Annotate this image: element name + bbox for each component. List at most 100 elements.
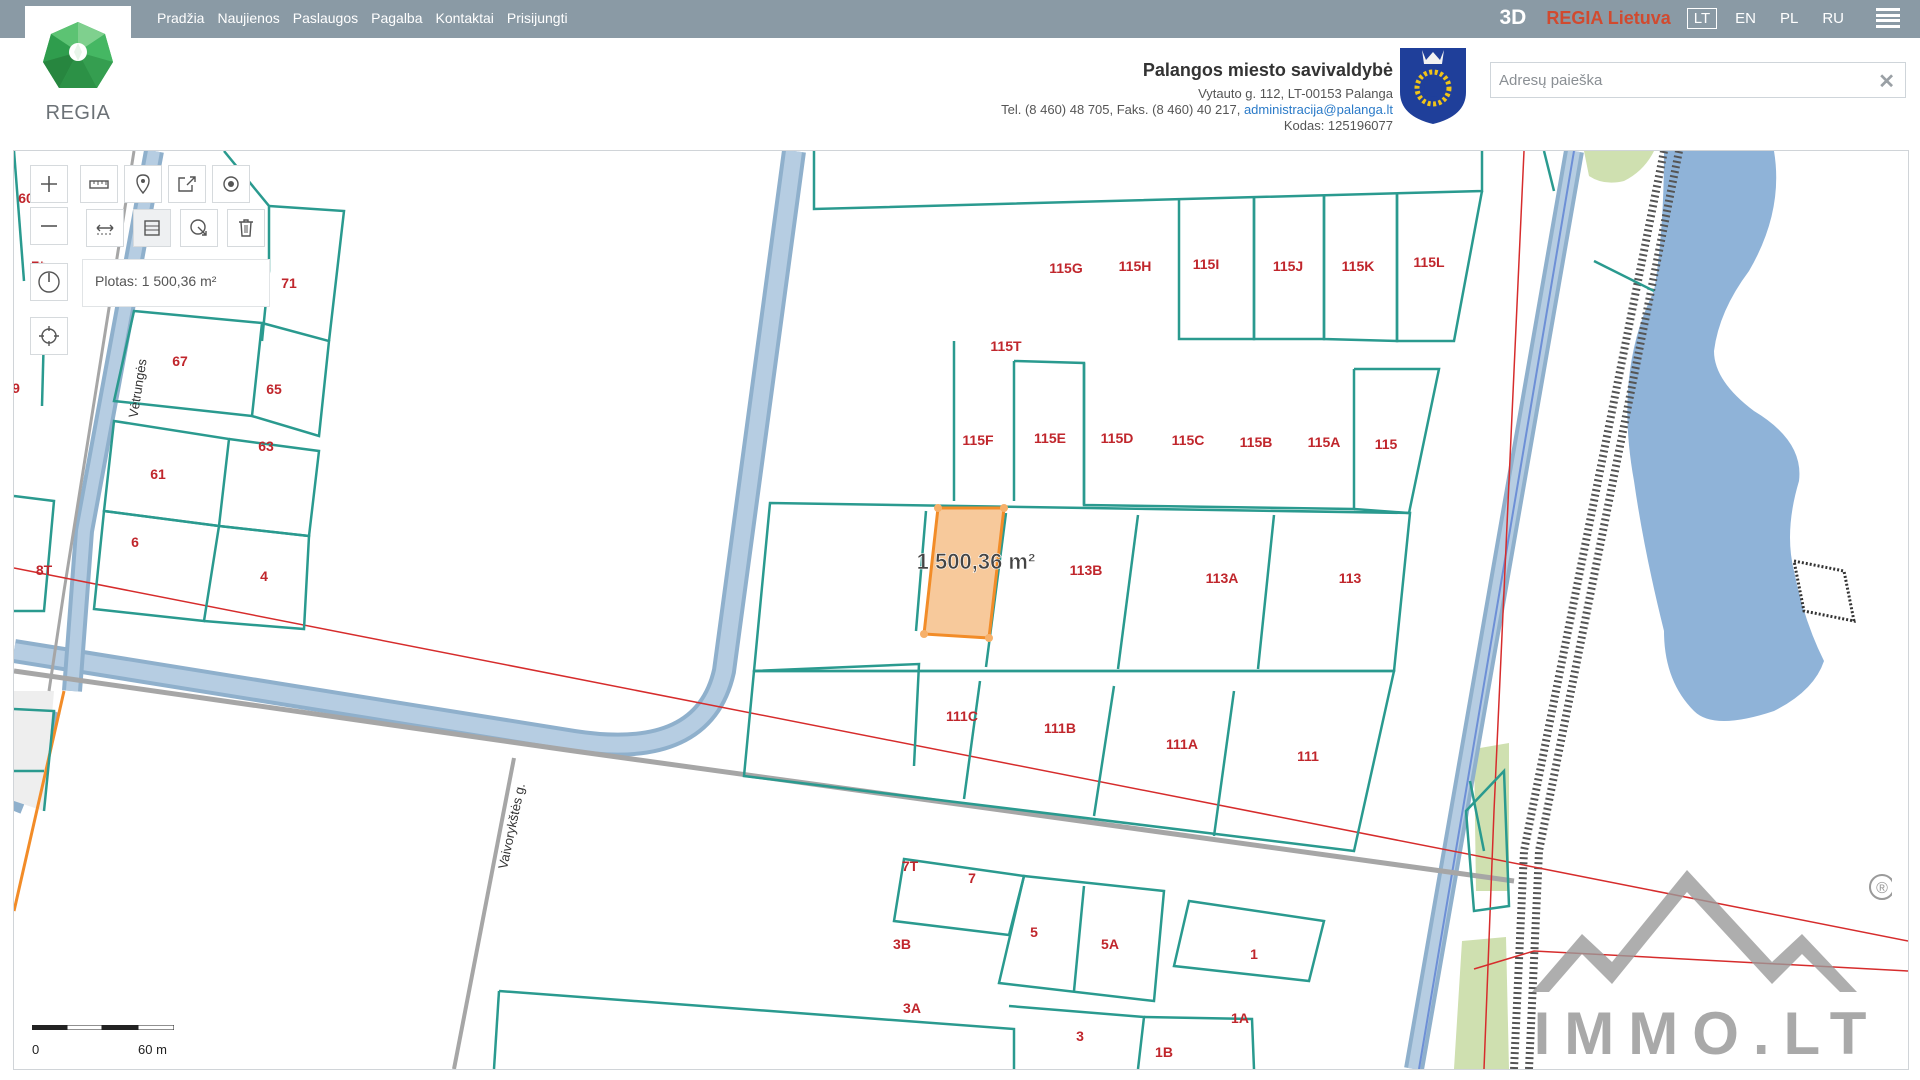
- address-search-input[interactable]: [1491, 63, 1867, 97]
- area-ruler-icon: [144, 220, 160, 236]
- parcel-label: 3B: [893, 936, 911, 952]
- lang-pl[interactable]: PL: [1774, 9, 1804, 28]
- parcel-label: 115L: [1413, 254, 1445, 270]
- top-bar: Pradžia Naujienos Paslaugos Pagalba Kont…: [0, 0, 1920, 38]
- parcel-label: 61: [150, 466, 166, 482]
- rotate-button[interactable]: [30, 263, 68, 301]
- street-label: Vėtrungės: [126, 357, 150, 418]
- compass-icon: [38, 271, 60, 293]
- nav-contacts[interactable]: Kontaktai: [436, 10, 494, 26]
- lang-ru[interactable]: RU: [1816, 9, 1850, 28]
- parcel-label: 115C: [1172, 432, 1205, 448]
- crosshair-icon: [39, 326, 59, 346]
- parcel-label: 1: [1250, 946, 1258, 962]
- scale-start-label: 0: [32, 1042, 40, 1057]
- nav-home[interactable]: Pradžia: [157, 10, 204, 26]
- parcel-label: 115H: [1119, 258, 1152, 274]
- gps-button[interactable]: [30, 317, 68, 355]
- close-icon[interactable]: ✕: [1878, 69, 1895, 94]
- nav-login[interactable]: Prisijungti: [507, 10, 568, 26]
- municipality-name: Palangos miesto savivaldybė: [1142, 60, 1393, 80]
- water-body: [1627, 151, 1824, 721]
- area-tooltip: Plotas: 1 500,36 m²: [82, 259, 270, 307]
- palanga-crest-icon: [1400, 48, 1466, 124]
- parcel-label: 115G: [1049, 260, 1083, 276]
- zoom-in-button[interactable]: [30, 165, 68, 203]
- nav-services[interactable]: Paslaugos: [293, 10, 358, 26]
- parcel-label: 8T: [36, 562, 53, 578]
- header-tools: 3D REGIA Lietuva LT EN PL RU: [1500, 6, 1900, 30]
- locate-point-button[interactable]: [212, 165, 250, 203]
- parcel-label: 6: [131, 534, 139, 550]
- parcel-label: 115B: [1240, 434, 1273, 450]
- railway: [1792, 559, 1856, 623]
- measure-tool-button[interactable]: [80, 165, 118, 203]
- parcel-label: 65: [266, 381, 282, 397]
- parcel-label: 111B: [1044, 720, 1076, 736]
- municipality-code: Kodas: 125196077: [1283, 118, 1393, 133]
- parcel-label: 1B: [1155, 1044, 1173, 1060]
- parcel-label: 111A: [1166, 736, 1198, 752]
- parcel-label: 115J: [1273, 258, 1303, 274]
- pin-icon: [136, 174, 150, 195]
- logo-text: REGIA: [45, 102, 111, 124]
- minus-icon: [41, 225, 57, 227]
- registered-mark: ®: [1876, 880, 1888, 897]
- municipality-email[interactable]: administracija@palanga.lt: [1244, 102, 1393, 117]
- parcel-label: 3A: [903, 1000, 921, 1016]
- footpath: [14, 668, 1515, 884]
- municipality-address: Vytauto g. 112, LT-00153 Palanga: [1198, 86, 1393, 101]
- scale-bar-graphic: [32, 1025, 174, 1030]
- parcel-label: 115K: [1342, 258, 1375, 274]
- parcel-label: 1A: [1231, 1010, 1249, 1026]
- scale-end-label: 60 m: [138, 1042, 167, 1057]
- eraser-icon: [190, 219, 207, 236]
- measurement-label: 1 500,36 m²: [917, 549, 1036, 574]
- parcel-label: 115F: [962, 432, 994, 448]
- delete-button[interactable]: [227, 209, 265, 247]
- share-icon: [178, 176, 196, 192]
- parcel-label: 115: [1375, 436, 1398, 452]
- regia-logo[interactable]: REGIA: [25, 6, 131, 124]
- share-button[interactable]: [168, 165, 206, 203]
- immo-watermark: ® IMMO.LT: [1532, 870, 1892, 1062]
- mode-3d-button[interactable]: 3D: [1500, 6, 1527, 30]
- pin-button[interactable]: [124, 165, 162, 203]
- parcel-label: 5: [1030, 924, 1038, 940]
- measure-distance-button[interactable]: [86, 209, 124, 247]
- lang-lt[interactable]: LT: [1686, 7, 1718, 29]
- parcel-label: 5A: [1101, 936, 1119, 952]
- nav-help[interactable]: Pagalba: [371, 10, 422, 26]
- plus-icon: [41, 176, 57, 192]
- parcel-label: 7T: [902, 858, 919, 874]
- municipality-info: Palangos miesto savivaldybė Vytauto g. 1…: [1001, 58, 1393, 134]
- municipality-contacts: Tel. (8 460) 48 705, Faks. (8 460) 40 21…: [1001, 102, 1393, 118]
- parcel-label: 3: [1076, 1028, 1084, 1044]
- regia-logo-icon: [43, 22, 113, 88]
- green-area: [1584, 151, 1654, 183]
- menu-icon[interactable]: [1876, 8, 1900, 28]
- parcel-label: 115T: [990, 338, 1022, 354]
- lang-en[interactable]: EN: [1729, 9, 1762, 28]
- parcel-label: 115E: [1034, 430, 1066, 446]
- parcel-label: 111: [1297, 748, 1319, 764]
- parcel-label: 111C: [946, 708, 978, 724]
- parcel-label: 113B: [1070, 562, 1103, 578]
- zoom-out-button[interactable]: [30, 207, 68, 245]
- nav-news[interactable]: Naujienos: [217, 10, 279, 26]
- measure-clear-button[interactable]: [180, 209, 218, 247]
- ruler-icon: [89, 180, 109, 189]
- parcel-label: 63: [258, 438, 274, 454]
- parcel-label: 4: [260, 568, 268, 584]
- parcel-label: 67: [172, 353, 188, 369]
- municipality-phone: Tel. (8 460) 48 705, Faks. (8 460) 40 21…: [1001, 102, 1241, 117]
- target-icon: [223, 176, 239, 192]
- parcel-label: 115A: [1308, 434, 1341, 450]
- main-nav: Pradžia Naujienos Paslaugos Pagalba Kont…: [157, 10, 568, 26]
- trash-icon: [239, 219, 253, 237]
- parcel-label: 115D: [1101, 430, 1134, 446]
- parcel-label: 9: [14, 380, 20, 396]
- regia-lietuva-link[interactable]: REGIA Lietuva: [1546, 8, 1670, 29]
- measure-area-button[interactable]: [133, 209, 171, 247]
- parcel-label: 113A: [1206, 570, 1239, 586]
